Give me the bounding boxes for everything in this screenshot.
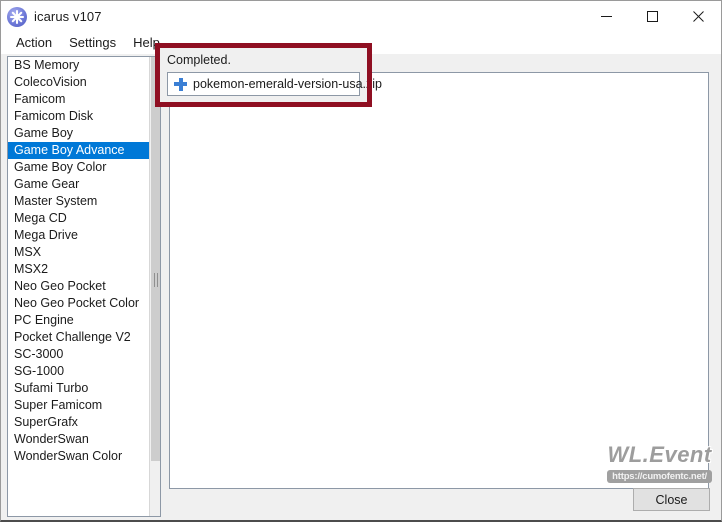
watermark-url: https://cumofentc.net/ xyxy=(607,470,712,483)
list-item[interactable]: Famicom Disk xyxy=(8,108,149,125)
menu-item-action[interactable]: Action xyxy=(8,33,61,54)
list-item[interactable]: Sufami Turbo xyxy=(8,380,149,397)
scrollbar-thumb[interactable] xyxy=(151,57,160,461)
close-dialog-button[interactable]: Close xyxy=(633,488,710,511)
list-item[interactable]: MSX xyxy=(8,244,149,261)
close-button[interactable] xyxy=(675,1,721,32)
list-item[interactable]: Game Gear xyxy=(8,176,149,193)
list-item[interactable]: Mega Drive xyxy=(8,227,149,244)
watermark-title: WL.Event xyxy=(607,442,712,467)
list-item[interactable]: SG-1000 xyxy=(8,363,149,380)
completed-status-label: Completed. xyxy=(167,53,231,67)
snowflake-icon xyxy=(7,6,27,27)
system-list-items: BS Memory ColecoVision Famicom Famicom D… xyxy=(8,57,149,516)
list-item[interactable]: Game Boy xyxy=(8,125,149,142)
completed-file-row[interactable]: pokemon-emerald-version-usa.zip xyxy=(167,72,382,96)
title-bar: icarus v107 xyxy=(1,1,721,32)
scrollbar-grip-icon xyxy=(154,273,159,287)
application-window: icarus v107 Action Settings Help BS Memo… xyxy=(0,0,722,522)
minimize-button[interactable] xyxy=(583,1,629,32)
list-item[interactable]: Game Boy Color xyxy=(8,159,149,176)
minimize-icon xyxy=(600,16,612,17)
list-item[interactable]: MSX2 xyxy=(8,261,149,278)
window-title: icarus v107 xyxy=(34,9,102,24)
list-item[interactable]: Pocket Challenge V2 xyxy=(8,329,149,346)
list-item[interactable]: PC Engine xyxy=(8,312,149,329)
window-controls xyxy=(583,1,721,32)
completed-file-name: pokemon-emerald-version-usa.zip xyxy=(193,77,382,91)
list-item[interactable]: ColecoVision xyxy=(8,74,149,91)
list-item[interactable]: Mega CD xyxy=(8,210,149,227)
maximize-icon xyxy=(646,11,658,22)
list-item[interactable]: BS Memory xyxy=(8,57,149,74)
plus-icon xyxy=(174,77,187,91)
content-panel xyxy=(169,72,709,489)
list-item[interactable]: Super Famicom xyxy=(8,397,149,414)
list-item[interactable]: SuperGrafx xyxy=(8,414,149,431)
system-list[interactable]: BS Memory ColecoVision Famicom Famicom D… xyxy=(7,56,161,517)
close-icon xyxy=(692,11,704,22)
list-item[interactable]: WonderSwan Color xyxy=(8,448,149,465)
list-item[interactable]: Master System xyxy=(8,193,149,210)
list-item[interactable]: Famicom xyxy=(8,91,149,108)
system-list-scrollbar[interactable] xyxy=(149,57,160,516)
completed-popup: Completed. pokemon-emerald-version-usa.z… xyxy=(160,48,382,102)
list-item-selected[interactable]: Game Boy Advance xyxy=(8,142,149,159)
list-item[interactable]: WonderSwan xyxy=(8,431,149,448)
list-item[interactable]: Neo Geo Pocket xyxy=(8,278,149,295)
list-item[interactable]: SC-3000 xyxy=(8,346,149,363)
maximize-button[interactable] xyxy=(629,1,675,32)
watermark: WL.Event https://cumofentc.net/ xyxy=(607,444,712,484)
menu-item-settings[interactable]: Settings xyxy=(61,33,125,54)
list-item[interactable]: Neo Geo Pocket Color xyxy=(8,295,149,312)
